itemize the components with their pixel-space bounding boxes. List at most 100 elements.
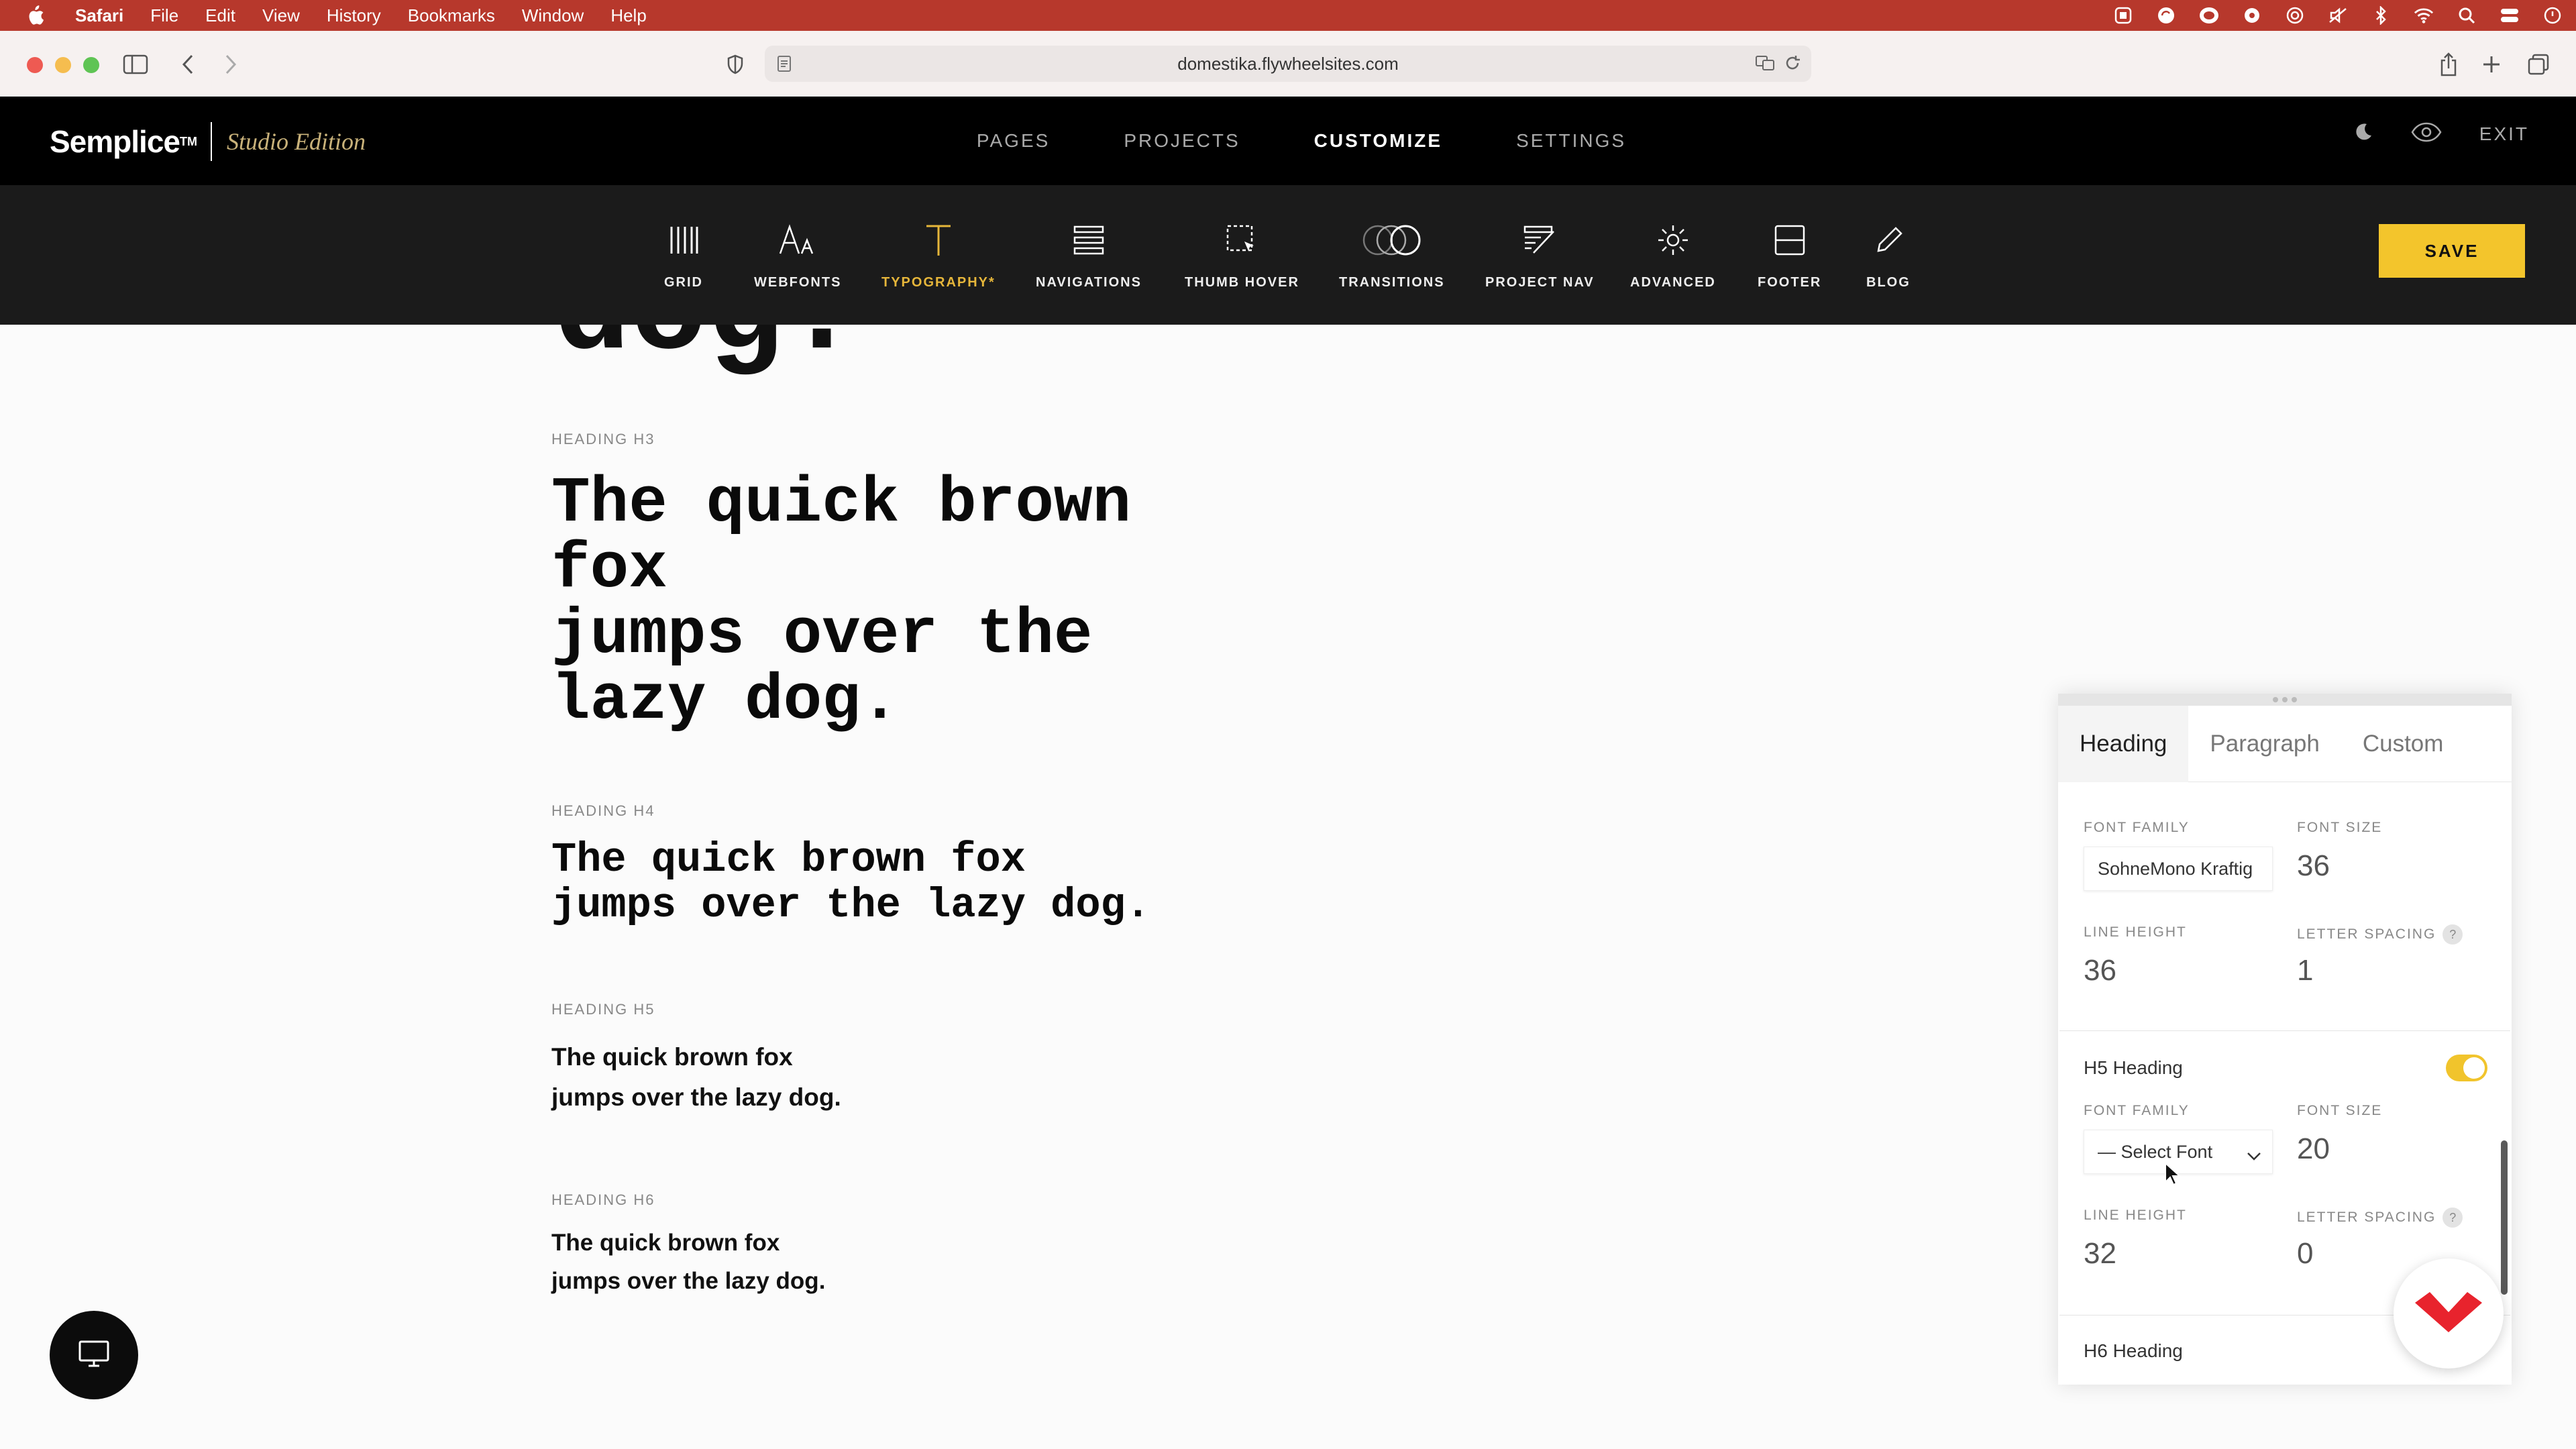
nav-settings[interactable]: SETTINGS: [1516, 130, 1626, 152]
tool-label: TYPOGRAPHY*: [881, 275, 996, 290]
h4-line-height-value[interactable]: 36: [2084, 954, 2116, 987]
h5-line-height-value[interactable]: 32: [2084, 1237, 2116, 1271]
h2-cutoff-text: dog.: [554, 325, 860, 378]
status-app-icon[interactable]: [2113, 5, 2133, 25]
status-siri-icon[interactable]: [2542, 5, 2563, 25]
h4-line-height-label: LINE HEIGHT: [2084, 924, 2187, 940]
webfonts-icon: [779, 219, 816, 262]
panel-scrollbar[interactable]: [2501, 1140, 2508, 1295]
url-text: domestika.flywheelsites.com: [1177, 53, 1399, 74]
exit-button[interactable]: EXIT: [2479, 123, 2529, 145]
letter-spacing-text: LETTER SPACING: [2297, 926, 2436, 942]
share-icon[interactable]: [2434, 50, 2463, 79]
blog-pencil-icon: [1873, 219, 1904, 262]
heading-h4-sample: The quick brown fox jumps over the lazy …: [551, 836, 1150, 929]
tab-paragraph[interactable]: Paragraph: [2188, 706, 2341, 782]
address-bar[interactable]: domestika.flywheelsites.com: [765, 46, 1811, 82]
status-control-center-icon[interactable]: [2500, 5, 2520, 25]
h5-line-height-label: LINE HEIGHT: [2084, 1208, 2187, 1223]
zoom-window-button[interactable]: [83, 57, 99, 73]
h5-font-size-label: FONT SIZE: [2297, 1103, 2383, 1118]
heading-h5-label: HEADING H5: [551, 1001, 655, 1018]
help-icon[interactable]: ?: [2443, 1208, 2463, 1228]
tool-grid[interactable]: GRID: [664, 219, 703, 290]
tool-webfonts[interactable]: WEBFONTS: [754, 219, 841, 290]
status-creative-cloud-icon[interactable]: [2199, 5, 2219, 25]
main-nav: PAGES PROJECTS CUSTOMIZE SETTINGS: [0, 97, 2576, 185]
h5-font-size-value[interactable]: 20: [2297, 1132, 2330, 1166]
apple-logo-icon[interactable]: [25, 4, 48, 27]
panel-drag-handle[interactable]: [2058, 694, 2512, 706]
domestika-logo-icon: [2414, 1291, 2483, 1337]
h4-font-family-label: FONT FAMILY: [2084, 820, 2190, 835]
panel-tabs: Heading Paragraph Custom: [2058, 706, 2512, 782]
privacy-shield-icon[interactable]: [720, 50, 750, 79]
tool-navigations[interactable]: NAVIGATIONS: [1036, 219, 1142, 290]
nav-projects[interactable]: PROJECTS: [1124, 130, 1240, 152]
status-wifi-icon[interactable]: [2414, 5, 2434, 25]
tool-thumb-hover[interactable]: THUMB HOVER: [1185, 219, 1299, 290]
tab-custom[interactable]: Custom: [2341, 706, 2465, 782]
status-airdrop-icon[interactable]: [2285, 5, 2305, 25]
heading-h4-label: HEADING H4: [551, 802, 655, 819]
translate-icon[interactable]: [1755, 54, 1776, 77]
help-icon[interactable]: ?: [2443, 924, 2463, 945]
menu-edit[interactable]: Edit: [205, 5, 235, 26]
tool-label: THUMB HOVER: [1185, 275, 1299, 290]
menu-app-name[interactable]: Safari: [75, 5, 123, 26]
tool-label: NAVIGATIONS: [1036, 275, 1142, 290]
heading-h6-label: HEADING H6: [551, 1191, 655, 1208]
menu-file[interactable]: File: [150, 5, 178, 26]
domestika-logo-button[interactable]: [2394, 1258, 2504, 1368]
nav-pages[interactable]: PAGES: [977, 130, 1050, 152]
sidebar-icon[interactable]: [121, 50, 150, 79]
status-bluetooth-icon[interactable]: [2371, 5, 2391, 25]
save-button[interactable]: SAVE: [2379, 224, 2525, 278]
h5-letter-spacing-label: LETTER SPACING ?: [2297, 1208, 2463, 1228]
device-preview-button[interactable]: [50, 1311, 138, 1399]
h4-letter-spacing-value[interactable]: 1: [2297, 954, 2313, 987]
status-area: [2113, 0, 2563, 31]
menu-view[interactable]: View: [262, 5, 300, 26]
h4-letter-spacing-label: LETTER SPACING ?: [2297, 924, 2463, 945]
menu-bookmarks[interactable]: Bookmarks: [408, 5, 495, 26]
back-icon[interactable]: [173, 50, 203, 79]
menu-history[interactable]: History: [327, 5, 381, 26]
browser-toolbar: domestika.flywheelsites.com: [0, 31, 2576, 97]
heading-h6-sample: The quick brown fox jumps over the lazy …: [551, 1230, 826, 1294]
nav-customize[interactable]: CUSTOMIZE: [1314, 130, 1442, 152]
tool-typography[interactable]: TYPOGRAPHY*: [881, 219, 996, 290]
menu-window[interactable]: Window: [522, 5, 584, 26]
status-sync-icon[interactable]: [2156, 5, 2176, 25]
menu-help[interactable]: Help: [610, 5, 646, 26]
status-mute-icon[interactable]: [2328, 5, 2348, 25]
tab-heading[interactable]: Heading: [2058, 706, 2189, 782]
semplice-header: Semplice TM Studio Edition PAGES PROJECT…: [0, 97, 2576, 185]
h5-section-title: H5 Heading: [2084, 1057, 2183, 1078]
preview-eye-icon[interactable]: [2411, 122, 2442, 146]
tool-transitions[interactable]: TRANSITIONS: [1339, 219, 1445, 290]
new-tab-icon[interactable]: [2477, 50, 2506, 79]
heading-h5-sample: The quick brown fox jumps over the lazy …: [551, 1043, 841, 1111]
h5-enable-toggle[interactable]: [2446, 1055, 2487, 1081]
tool-project-nav[interactable]: PROJECT NAV: [1485, 219, 1595, 290]
tool-footer[interactable]: FOOTER: [1758, 219, 1821, 290]
tool-advanced[interactable]: ADVANCED: [1630, 219, 1716, 290]
reload-icon[interactable]: [1783, 54, 1802, 77]
header-actions: EXIT: [2353, 122, 2529, 146]
h4-font-family-select[interactable]: SohneMono Kraftig: [2084, 847, 2273, 891]
h5-letter-spacing-value[interactable]: 0: [2297, 1237, 2313, 1271]
status-gear-icon[interactable]: [2242, 5, 2262, 25]
dark-mode-moon-icon[interactable]: [2353, 122, 2373, 146]
tab-overview-icon[interactable]: [2524, 50, 2553, 79]
forward-icon[interactable]: [216, 50, 246, 79]
select-value: — Select Font: [2098, 1141, 2213, 1162]
tool-label: GRID: [664, 275, 703, 290]
close-window-button[interactable]: [27, 57, 43, 73]
minimize-window-button[interactable]: [55, 57, 71, 73]
h4-font-size-value[interactable]: 36: [2297, 849, 2330, 883]
transitions-icon: [1361, 219, 1423, 262]
status-search-icon[interactable]: [2457, 5, 2477, 25]
heading-h3-label: HEADING H3: [551, 431, 655, 447]
tool-blog[interactable]: BLOG: [1866, 219, 1911, 290]
